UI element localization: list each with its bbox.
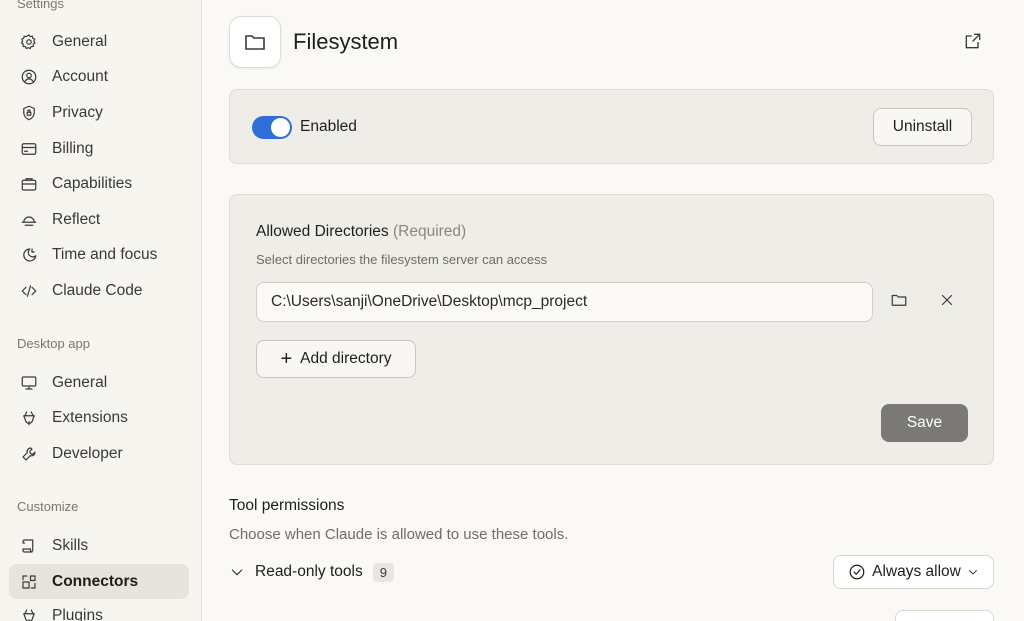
sidebar-item-reflect[interactable]: Reflect: [9, 202, 189, 237]
uninstall-button[interactable]: Uninstall: [873, 108, 972, 146]
credit-card-icon: [19, 139, 39, 159]
connectors-grid-icon: [19, 572, 39, 592]
permission-policy-label: Always allow: [872, 563, 961, 580]
sidebar-item-label: Plugins: [52, 606, 103, 621]
sidebar-item-label: Developer: [52, 444, 123, 462]
sidebar-item-label: Capabilities: [52, 174, 133, 192]
settings-sidebar: Settings General Account Privacy Billing…: [0, 0, 202, 621]
user-circle-icon: [19, 67, 39, 87]
sidebar-item-label: Time and focus: [52, 245, 158, 263]
sidebar-item-claude-code[interactable]: Claude Code: [9, 273, 189, 308]
plug-icon: [19, 408, 39, 428]
tool-permissions-subtitle: Choose when Claude is allowed to use the…: [229, 526, 569, 543]
sidebar-item-label: Privacy: [52, 103, 103, 121]
allowed-directories-card: Allowed Directories (Required) Select di…: [229, 194, 994, 465]
customize-section-label: Customize: [17, 499, 79, 514]
allowed-directories-subtitle: Select directories the filesystem server…: [256, 252, 548, 267]
sidebar-item-privacy[interactable]: Privacy: [9, 95, 189, 130]
sidebar-item-label: Connectors: [52, 572, 139, 590]
sidebar-item-extensions[interactable]: Extensions: [9, 400, 189, 435]
sidebar-item-label: Claude Code: [52, 281, 143, 299]
folder-icon: [245, 35, 265, 50]
sidebar-item-capabilities[interactable]: Capabilities: [9, 166, 189, 201]
briefcase-icon: [19, 174, 39, 194]
settings-section-label: Settings: [17, 0, 64, 11]
moon-clock-icon: [19, 245, 39, 265]
sidebar-item-label: Account: [52, 67, 109, 85]
sidebar-item-label: Billing: [52, 139, 94, 157]
sidebar-item-label: General: [52, 373, 108, 391]
browse-folder-icon[interactable]: [890, 291, 912, 313]
remove-directory-icon[interactable]: [938, 291, 960, 313]
monitor-icon: [19, 373, 39, 393]
plus-icon: +: [280, 348, 293, 370]
chevron-down-icon: [231, 569, 243, 576]
required-label: (Required): [392, 223, 467, 240]
code-brackets-icon: [19, 281, 39, 301]
tool-permissions-title: Tool permissions: [229, 497, 345, 514]
sidebar-item-billing[interactable]: Billing: [9, 131, 189, 166]
tool-permission-segmented-control[interactable]: [895, 610, 994, 621]
enabled-toggle[interactable]: [252, 116, 292, 139]
add-directory-label: Add directory: [300, 350, 392, 367]
sidebar-item-label: Reflect: [52, 210, 101, 228]
tool-count-badge: 9: [372, 562, 394, 582]
read-only-tools-label: Read-only tools: [255, 563, 363, 580]
sidebar-item-general[interactable]: General: [9, 24, 189, 59]
page-title: Filesystem: [293, 29, 399, 54]
sidebar-item-account[interactable]: Account: [9, 59, 189, 94]
permission-policy-dropdown[interactable]: Always allow: [833, 555, 994, 589]
sidebar-item-developer[interactable]: Developer: [9, 436, 189, 471]
sidebar-item-desktop-general[interactable]: General: [9, 365, 189, 400]
sidebar-item-label: General: [52, 32, 108, 50]
save-button[interactable]: Save: [881, 404, 968, 442]
external-link-icon[interactable]: [963, 31, 985, 53]
directory-path-input[interactable]: [256, 282, 873, 322]
sidebar-item-time-and-focus[interactable]: Time and focus: [9, 237, 189, 272]
shield-lock-icon: [19, 103, 39, 123]
sunrise-icon: [19, 210, 39, 230]
sidebar-item-plugins[interactable]: Plugins: [9, 598, 189, 621]
scroll-icon: [19, 536, 39, 556]
check-circle-icon: [849, 564, 865, 580]
plug-icon: [19, 606, 39, 621]
allowed-directories-label: Allowed Directories: [256, 223, 389, 240]
sidebar-item-connectors[interactable]: Connectors: [9, 564, 189, 599]
sidebar-item-skills[interactable]: Skills: [9, 528, 189, 563]
chevron-down-icon: [968, 570, 977, 575]
sidebar-item-label: Skills: [52, 536, 89, 554]
desktop-section-label: Desktop app: [17, 336, 90, 351]
toggle-knob: [271, 118, 290, 137]
add-directory-button[interactable]: + Add directory: [256, 340, 416, 378]
allowed-directories-title: Allowed Directories (Required): [256, 223, 466, 241]
wrench-icon: [19, 444, 39, 464]
connector-detail-panel: Filesystem Enabled Uninstall Allowed Dir…: [203, 0, 1024, 621]
enabled-label: Enabled: [300, 118, 357, 135]
enabled-card: Enabled Uninstall: [229, 89, 994, 164]
sidebar-item-label: Extensions: [52, 408, 128, 426]
connector-icon-box: [229, 16, 281, 68]
gear-icon: [19, 32, 39, 52]
read-only-tools-toggle[interactable]: Read-only tools 9: [229, 561, 394, 583]
